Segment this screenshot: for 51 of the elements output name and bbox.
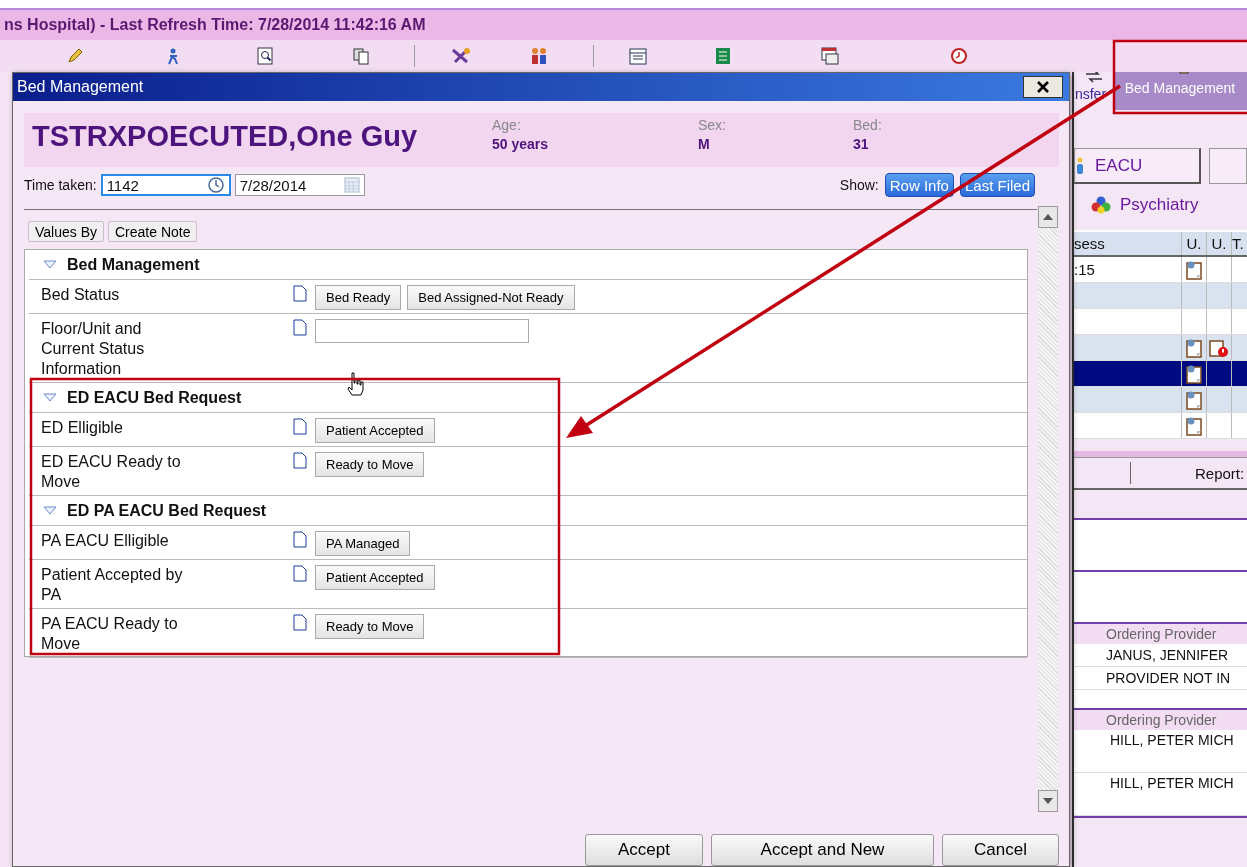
unit-label: Psychiatry <box>1120 195 1199 215</box>
option-button[interactable]: Bed Ready <box>315 285 402 310</box>
row-label: Floor/Unit and Current Status Information <box>41 319 146 379</box>
option-button[interactable]: Ready to Move <box>315 452 425 477</box>
time-field[interactable]: 1142 <box>100 174 231 196</box>
column-header[interactable]: U. <box>1182 232 1207 255</box>
date-field[interactable]: 7/28/2014 <box>234 174 365 196</box>
show-label: Show: <box>839 177 879 193</box>
fact-label: Age: <box>492 117 522 133</box>
section-title: Bed Management <box>67 255 200 274</box>
row-label: PA EACU Elligible <box>41 531 170 551</box>
fact-label: Sex: <box>698 117 727 133</box>
time-label: Time taken: <box>24 177 97 193</box>
fact-value: M <box>698 136 711 152</box>
dialog-button[interactable]: Cancel <box>942 834 1059 866</box>
app-title: ns Hospital) - Last Refresh Time: 7/28/2014 11:42:16 AM <box>4 16 426 34</box>
column-header[interactable]: U. <box>1207 232 1232 255</box>
column-header[interactable]: T. <box>1232 232 1247 255</box>
show-toggle[interactable]: Row Info <box>884 173 954 197</box>
fact-value: 50 years <box>492 136 550 152</box>
row-label: ED EACU Ready to Move <box>41 452 182 492</box>
option-button[interactable]: Bed Assigned-Not Ready <box>407 285 575 310</box>
patient-name: TSTRXPOECUTED,One Guy <box>32 120 419 153</box>
section-title: ED EACU Bed Request <box>67 388 242 407</box>
column-header: Ordering Provider <box>1106 626 1217 642</box>
dialog-button[interactable]: Accept and New <box>711 834 934 866</box>
section-title: ED PA EACU Bed Request <box>67 501 267 520</box>
provider-name: HILL, PETER MICH <box>1110 732 1234 748</box>
row-label: Patient Accepted by PA <box>41 565 184 605</box>
row-label: PA EACU Ready to Move <box>41 614 179 654</box>
report-label: Report: <box>1195 464 1245 482</box>
row-label: ED Elligible <box>41 418 124 438</box>
table-cell: :15 <box>1074 261 1095 278</box>
row-label: Bed Status <box>41 285 121 305</box>
provider-name: PROVIDER NOT IN <box>1106 670 1231 686</box>
table-row[interactable]: :15 <box>1074 257 1247 283</box>
provider-name: HILL, PETER MICH <box>1110 775 1234 791</box>
dialog-title: Bed Management <box>17 78 144 96</box>
option-button[interactable]: Patient Accepted <box>315 418 435 443</box>
fact-label: Bed: <box>853 117 883 133</box>
option-button[interactable]: Patient Accepted <box>315 565 435 590</box>
option-button[interactable]: Ready to Move <box>315 614 425 639</box>
toolbar-button[interactable]: Create Note <box>108 221 198 242</box>
column-header: Ordering Provider <box>1106 712 1217 728</box>
dialog-button[interactable]: Accept <box>585 834 703 866</box>
toolbar-button[interactable]: Values By <box>28 221 104 242</box>
unit-tab[interactable]: EACU <box>1074 148 1201 184</box>
provider-name: JANUS, JENNIFER <box>1106 647 1229 663</box>
column-header[interactable]: sess <box>1074 232 1182 255</box>
option-button[interactable]: PA Managed <box>315 531 411 556</box>
fact-value: 31 <box>853 136 870 152</box>
